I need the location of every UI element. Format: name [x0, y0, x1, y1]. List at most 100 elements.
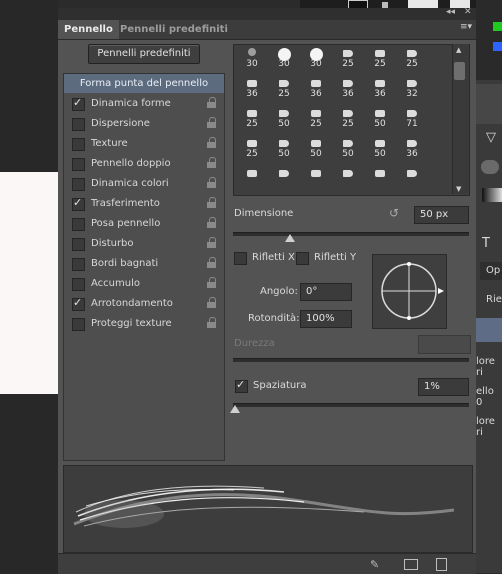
- reset-size-icon[interactable]: ↺: [389, 206, 399, 220]
- brush-tip-cell[interactable]: 30: [300, 47, 332, 72]
- option-row[interactable]: Disturbo: [64, 234, 224, 254]
- brush-tip-cell[interactable]: 25: [236, 137, 268, 162]
- brush-tip-cell[interactable]: 71: [396, 107, 428, 132]
- lock-icon[interactable]: [207, 237, 217, 249]
- grid-icon[interactable]: [404, 559, 418, 570]
- blue-swatch[interactable]: [493, 42, 502, 51]
- brush-tip-cell[interactable]: 36: [396, 137, 428, 162]
- brush-tip-cell[interactable]: 50: [364, 107, 396, 132]
- option-checkbox[interactable]: [72, 318, 85, 331]
- brush-tip-cell[interactable]: 25: [300, 107, 332, 132]
- lock-icon[interactable]: [207, 137, 217, 149]
- brush-tip-cell[interactable]: [236, 167, 268, 192]
- spacing-input[interactable]: 1%: [418, 378, 469, 396]
- size-input[interactable]: 50 px: [414, 206, 469, 224]
- spacing-checkbox[interactable]: ✓: [235, 378, 248, 393]
- brush-tip-cell[interactable]: 25: [364, 47, 396, 72]
- option-checkbox[interactable]: [72, 118, 85, 131]
- option-checkbox[interactable]: [72, 258, 85, 271]
- scroll-up-icon[interactable]: ▲: [456, 46, 461, 54]
- swatch-white[interactable]: [408, 0, 438, 8]
- brush-tip-cell[interactable]: 25: [332, 47, 364, 72]
- option-checkbox[interactable]: [72, 278, 85, 291]
- lock-icon[interactable]: [207, 277, 217, 289]
- spacing-slider-knob[interactable]: [230, 405, 240, 413]
- lock-icon[interactable]: [207, 117, 217, 129]
- brush-tip-grid[interactable]: 30 30 30 25 25 25 36 25 36 36 36 32 25 50 25 25 50 71 25 50…: [233, 44, 470, 196]
- brush-tip-cell[interactable]: 36: [332, 77, 364, 102]
- brush-tip-cell[interactable]: [268, 167, 300, 192]
- roundness-input[interactable]: 100%: [300, 310, 352, 328]
- green-swatch[interactable]: [493, 22, 502, 31]
- brush-tip-cell[interactable]: 36: [236, 77, 268, 102]
- option-row[interactable]: ✓ Arrotondamento: [64, 294, 224, 314]
- scroll-down-icon[interactable]: ▼: [456, 185, 461, 193]
- size-slider-knob[interactable]: [284, 234, 295, 242]
- new-brush-icon[interactable]: [436, 558, 447, 571]
- layer-name-3[interactable]: lore ri: [476, 416, 502, 438]
- layer-name-1[interactable]: lore ri: [476, 356, 502, 378]
- option-checkbox[interactable]: [72, 138, 85, 151]
- brush-tip-cell[interactable]: 50: [268, 137, 300, 162]
- lock-icon[interactable]: [207, 297, 217, 309]
- option-row[interactable]: Dinamica colori: [64, 174, 224, 194]
- tab-pennello[interactable]: Pennello: [58, 20, 119, 39]
- option-row[interactable]: ✓ Dinamica forme: [64, 94, 224, 114]
- shape-tool-icon[interactable]: [481, 160, 499, 174]
- option-checkbox[interactable]: [72, 158, 85, 171]
- brush-tip-cell[interactable]: 25: [268, 77, 300, 102]
- angle-roundness-dial[interactable]: [372, 254, 447, 329]
- close-icon[interactable]: ✕: [464, 7, 472, 17]
- gradient-icon[interactable]: [482, 188, 502, 202]
- option-row[interactable]: Bordi bagnati: [64, 254, 224, 274]
- triangle-tool-icon[interactable]: ▽: [486, 130, 496, 145]
- lock-icon[interactable]: [207, 97, 217, 109]
- brush-tip-cell[interactable]: [364, 167, 396, 192]
- option-checkbox[interactable]: [72, 178, 85, 191]
- option-row[interactable]: Proteggi texture: [64, 314, 224, 334]
- spacing-slider-track[interactable]: [233, 403, 469, 407]
- option-checkbox[interactable]: [72, 218, 85, 231]
- option-row[interactable]: ✓ Trasferimento: [64, 194, 224, 214]
- brush-tip-cell[interactable]: 36: [300, 77, 332, 102]
- brush-tip-shape-item[interactable]: Forma punta del pennello: [64, 74, 224, 93]
- brush-tip-cell[interactable]: 32: [396, 77, 428, 102]
- lock-icon[interactable]: [207, 257, 217, 269]
- option-row[interactable]: Texture: [64, 134, 224, 154]
- brush-tip-cell[interactable]: 36: [364, 77, 396, 102]
- brush-tip-cell[interactable]: [396, 167, 428, 192]
- option-checkbox[interactable]: [72, 238, 85, 251]
- collapse-icon[interactable]: ◂◂: [446, 7, 455, 17]
- option-row[interactable]: Posa pennello: [64, 214, 224, 234]
- brush-tip-cell[interactable]: 50: [364, 137, 396, 162]
- flip-x-checkbox[interactable]: [234, 252, 247, 265]
- option-checkbox[interactable]: ✓: [72, 296, 85, 311]
- brush-tip-cell[interactable]: 50: [332, 137, 364, 162]
- tab-pennelli-predefiniti[interactable]: Pennelli predefiniti: [114, 20, 234, 39]
- lock-icon[interactable]: [207, 317, 217, 329]
- brush-tip-cell[interactable]: 50: [300, 137, 332, 162]
- panel-title-bar[interactable]: ◂◂ ✕: [58, 7, 476, 20]
- option-row[interactable]: Accumulo: [64, 274, 224, 294]
- lock-icon[interactable]: [207, 177, 217, 189]
- lock-icon[interactable]: [207, 217, 217, 229]
- brush-tip-cell[interactable]: 25: [332, 107, 364, 132]
- brush-tip-cell[interactable]: 30: [236, 47, 268, 72]
- brush-tip-cell[interactable]: [300, 167, 332, 192]
- option-checkbox[interactable]: ✓: [72, 196, 85, 211]
- text-tool-icon[interactable]: T: [482, 236, 490, 251]
- angle-input[interactable]: 0°: [300, 283, 352, 301]
- option-row[interactable]: Pennello doppio: [64, 154, 224, 174]
- brush-tip-cell[interactable]: 50: [268, 107, 300, 132]
- brush-toggle-icon[interactable]: ✎: [370, 558, 379, 571]
- brush-tip-cell[interactable]: 25: [236, 107, 268, 132]
- brush-tip-cell[interactable]: 30: [268, 47, 300, 72]
- brush-tip-cell[interactable]: [332, 167, 364, 192]
- selected-layer-row[interactable]: [476, 318, 502, 342]
- panel-menu-icon[interactable]: ≡▾: [460, 22, 472, 32]
- option-row[interactable]: Dispersione: [64, 114, 224, 134]
- brush-tip-cell[interactable]: 25: [396, 47, 428, 72]
- option-checkbox[interactable]: ✓: [72, 96, 85, 111]
- lock-icon[interactable]: [207, 197, 217, 209]
- layer-name-2[interactable]: ello 0: [476, 386, 502, 408]
